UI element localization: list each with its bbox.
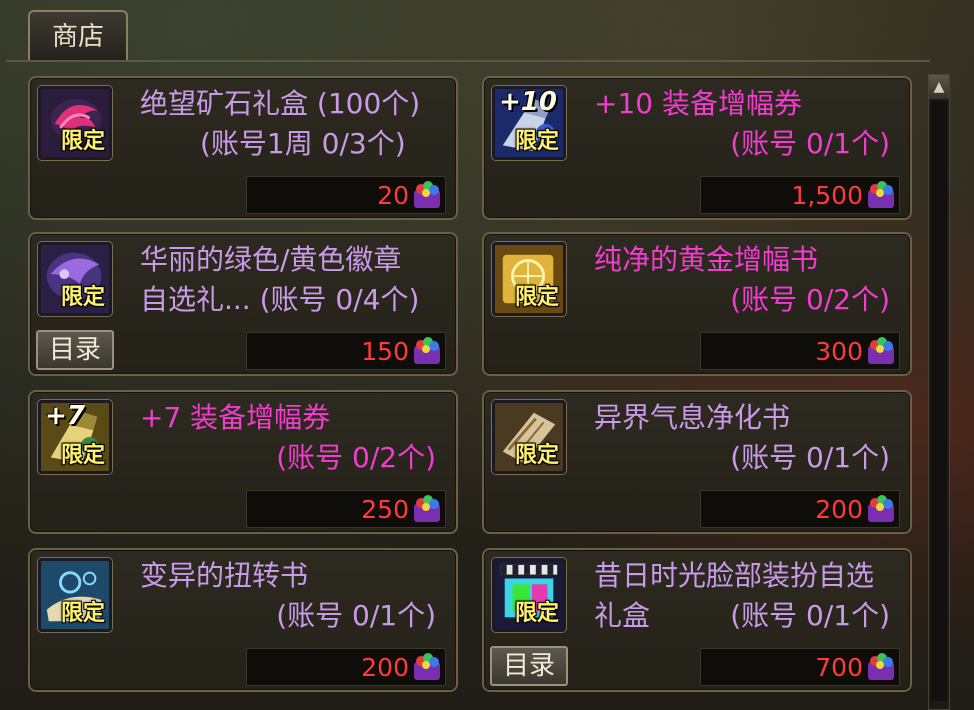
item-price: 250 bbox=[361, 495, 409, 524]
limited-badge: 限定 bbox=[60, 601, 105, 626]
plus7-amplify-ticket-icon: +7 限定 bbox=[38, 400, 112, 474]
price-bar: 250 bbox=[246, 490, 446, 528]
ceracoin-icon bbox=[414, 653, 440, 680]
limited-badge: 限定 bbox=[514, 601, 559, 626]
item-purchase-limit: (账号 0/2个) bbox=[276, 441, 436, 474]
shop-item-card[interactable]: 限定 华丽的绿色/黄色徽章 自选礼... (账号 0/4个) 目录 150 bbox=[28, 232, 458, 376]
panel-divider bbox=[6, 60, 930, 62]
limited-badge: 限定 bbox=[60, 443, 105, 468]
purple-emblem-box-icon: 限定 bbox=[38, 242, 112, 316]
golden-amplify-book-icon: 限定 bbox=[492, 242, 566, 316]
limited-badge: 限定 bbox=[60, 129, 105, 154]
purify-scroll-icon: 限定 bbox=[492, 400, 566, 474]
item-price: 150 bbox=[361, 337, 409, 366]
ceracoin-icon bbox=[414, 181, 440, 208]
limited-badge: 限定 bbox=[514, 129, 559, 154]
item-purchase-limit: (账号 0/1个) bbox=[276, 599, 436, 632]
pink-claw-box-icon: 限定 bbox=[38, 86, 112, 160]
item-price: 700 bbox=[815, 653, 863, 682]
item-purchase-limit: (账号 0/1个) bbox=[730, 599, 890, 632]
item-price: 200 bbox=[361, 653, 409, 682]
item-name: 昔日时光脸部装扮自选 bbox=[594, 559, 875, 592]
scroll-up-icon[interactable]: ▲ bbox=[929, 75, 949, 99]
item-purchase-limit: (账号 0/1个) bbox=[730, 127, 890, 160]
shop-item-card[interactable]: 限定 纯净的黄金增幅书 (账号 0/2个) 300 bbox=[482, 232, 912, 376]
scrollbar[interactable]: ▲ bbox=[928, 74, 950, 710]
item-name: 纯净的黄金增幅书 bbox=[594, 243, 819, 276]
item-name: 异界气息净化书 bbox=[594, 401, 791, 434]
price-bar: 150 bbox=[246, 332, 446, 370]
item-name-continued: 自选礼... (账号 0/4个) bbox=[140, 283, 420, 316]
catalog-button[interactable]: 目录 bbox=[36, 330, 114, 370]
catalog-button[interactable]: 目录 bbox=[490, 646, 568, 686]
scroll-track[interactable] bbox=[931, 101, 947, 701]
ceracoin-icon bbox=[868, 653, 894, 680]
limited-badge: 限定 bbox=[514, 285, 559, 310]
shop-item-card[interactable]: 限定 变异的扭转书 (账号 0/1个) 200 bbox=[28, 548, 458, 692]
ceracoin-icon bbox=[414, 337, 440, 364]
ceracoin-icon bbox=[868, 181, 894, 208]
item-price: 300 bbox=[815, 337, 863, 366]
item-name: 变异的扭转书 bbox=[140, 559, 309, 592]
shop-item-card[interactable]: +7 限定 +7 装备增幅券 (账号 0/2个) 250 bbox=[28, 390, 458, 534]
price-bar: 20 bbox=[246, 176, 446, 214]
price-bar: 700 bbox=[700, 648, 900, 686]
shop-item-card[interactable]: 限定 异界气息净化书 (账号 0/1个) 200 bbox=[482, 390, 912, 534]
item-name: 华丽的绿色/黄色徽章 bbox=[140, 243, 402, 276]
item-purchase-limit: (账号1周 0/3个) bbox=[200, 127, 406, 160]
plus-level-label: +7 bbox=[45, 401, 85, 431]
plus10-amplify-ticket-icon: +10 限定 bbox=[492, 86, 566, 160]
plus-level-label: +10 bbox=[499, 87, 557, 117]
item-name: 绝望矿石礼盒 (100个) bbox=[140, 87, 421, 120]
item-price: 200 bbox=[815, 495, 863, 524]
price-bar: 300 bbox=[700, 332, 900, 370]
item-purchase-limit: (账号 0/2个) bbox=[730, 283, 890, 316]
price-bar: 200 bbox=[246, 648, 446, 686]
shop-item-card[interactable]: +10 限定 +10 装备增幅券 (账号 0/1个) 1,500 bbox=[482, 76, 912, 220]
shop-item-card[interactable]: 限定 昔日时光脸部装扮自选 礼盒 (账号 0/1个) 目录 700 bbox=[482, 548, 912, 692]
face-costume-box-icon: 限定 bbox=[492, 558, 566, 632]
item-name: +7 装备增幅券 bbox=[140, 401, 331, 434]
price-bar: 1,500 bbox=[700, 176, 900, 214]
shop-item-card[interactable]: 限定 绝望矿石礼盒 (100个) (账号1周 0/3个) 20 bbox=[28, 76, 458, 220]
price-bar: 200 bbox=[700, 490, 900, 528]
item-price: 20 bbox=[377, 181, 409, 210]
ceracoin-icon bbox=[414, 495, 440, 522]
item-price: 1,500 bbox=[791, 181, 863, 210]
limited-badge: 限定 bbox=[60, 285, 105, 310]
item-name: +10 装备增幅券 bbox=[594, 87, 802, 120]
limited-badge: 限定 bbox=[514, 443, 559, 468]
ceracoin-icon bbox=[868, 337, 894, 364]
tab-shop[interactable]: 商店 bbox=[28, 10, 128, 60]
item-purchase-limit: (账号 0/1个) bbox=[730, 441, 890, 474]
twist-book-icon: 限定 bbox=[38, 558, 112, 632]
ceracoin-icon bbox=[868, 495, 894, 522]
